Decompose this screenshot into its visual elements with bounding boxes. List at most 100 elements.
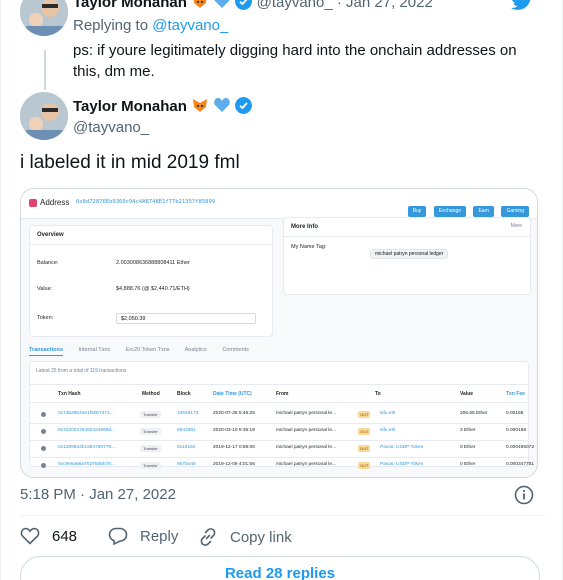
txn-fee: 0.00168 bbox=[506, 411, 524, 416]
info-icon[interactable] bbox=[514, 485, 534, 505]
author-name[interactable]: Taylor Monahan bbox=[73, 98, 187, 115]
tab-erc20-token-txns: Erc20 Token Txns bbox=[125, 347, 170, 353]
txn-hash: 0xc9e8a66a7027556b78... bbox=[58, 462, 115, 467]
date-time: 2019-12-17 0:59:06 bbox=[213, 445, 255, 450]
method-badge: Transfer bbox=[140, 411, 161, 418]
col-date-time: Date Time (UTC) bbox=[213, 391, 252, 397]
attached-image[interactable]: Address 0x8d72876Eb9360c94c4A8748E1f77b2… bbox=[20, 188, 538, 478]
more-info-panel: More Info More My Name Tag: michael patr… bbox=[283, 217, 531, 295]
more-info-title: More Info bbox=[291, 224, 318, 230]
replying-prefix: Replying to bbox=[73, 17, 149, 34]
block-number: 9075448 bbox=[177, 462, 196, 467]
value: 0 Ether bbox=[460, 445, 476, 450]
etherscan-page-title: Address bbox=[40, 198, 70, 207]
value: 206.65 Ether bbox=[460, 411, 488, 416]
verified-badge-icon bbox=[235, 97, 253, 114]
txn-fee: 0.000168 bbox=[506, 428, 527, 433]
col-block: Block bbox=[177, 391, 191, 397]
avatar[interactable] bbox=[20, 92, 68, 140]
fox-emoji-icon bbox=[193, 99, 208, 112]
col-method: Method bbox=[142, 391, 160, 397]
to-address: Paxos: USDP Token bbox=[380, 462, 424, 467]
author-handle[interactable]: @tayvano_ bbox=[257, 0, 333, 11]
overview-title: Overview bbox=[37, 232, 64, 238]
etherscan-address: 0x8d72876Eb9360c94c4A8748E1f77b21357f858… bbox=[76, 199, 216, 205]
table-row: 0x1289834b1584760779... 9118184 2019-12-17… bbox=[30, 443, 534, 459]
block-number: 8642981 bbox=[177, 428, 196, 433]
value: 0 Ether bbox=[460, 462, 476, 467]
eye-icon bbox=[41, 446, 46, 451]
previous-tweet-text: ps: if youre legitimately digging hard i… bbox=[73, 42, 517, 80]
blue-heart-icon bbox=[214, 98, 231, 112]
eye-icon bbox=[41, 429, 46, 434]
txn-hash: 0x74b28b44e1f60b7471... bbox=[58, 411, 114, 416]
method-badge: Transfer bbox=[140, 445, 161, 452]
transactions-count: 119 bbox=[89, 368, 98, 374]
name-tag-label: My Name Tag: bbox=[291, 244, 327, 250]
to-address: Paxos: USDP Token bbox=[380, 445, 424, 450]
table-row: 0x74b28b44e1f60b7471... 10546173 2020-07-2… bbox=[30, 409, 528, 425]
txn-fee: 0.000347751 bbox=[506, 462, 535, 467]
like-button[interactable]: 648 bbox=[20, 527, 77, 545]
avatar[interactable] bbox=[20, 0, 68, 36]
earn-button: Earn bbox=[473, 206, 495, 217]
thread-line bbox=[44, 50, 46, 90]
txn-fee: 0.000495072 bbox=[506, 445, 535, 450]
tab-comments: Comments bbox=[222, 347, 249, 353]
previous-tweet-header: Taylor Monahan @tayvano_ · Jan 27, 2022 bbox=[73, 0, 433, 11]
method-badge: Transfer bbox=[140, 462, 161, 469]
direction-badge: OUT bbox=[358, 428, 371, 435]
transactions-table: Latest 25 from a total of 119 transactio… bbox=[29, 361, 534, 469]
reply-label: Reply bbox=[140, 527, 179, 545]
balance-value: 2.003008636888808411 Ether bbox=[116, 260, 190, 266]
from-address: michael patryn personal le... bbox=[276, 462, 336, 467]
address-icon bbox=[29, 199, 37, 207]
tab-analytics: Analytics bbox=[184, 347, 207, 353]
like-count: 648 bbox=[52, 527, 78, 545]
buy-button: Buy bbox=[407, 206, 427, 217]
overview-panel: Overview Balance: 2.003008636888808411 E… bbox=[29, 225, 273, 337]
replying-handle-link[interactable]: @tayvano_ bbox=[152, 17, 228, 34]
tab-transactions: Transactions bbox=[29, 347, 63, 356]
fox-emoji-icon bbox=[193, 0, 207, 8]
block-number: 9118184 bbox=[177, 445, 196, 450]
token-value: $2,050.39 bbox=[121, 316, 146, 322]
copy-link-label: Copy link bbox=[230, 528, 292, 546]
date-time: 2020-03-10 9:35:19 bbox=[213, 428, 255, 433]
value-label: Value: bbox=[37, 286, 53, 292]
twitter-bird-icon[interactable] bbox=[510, 0, 534, 12]
exchange-button: Exchange bbox=[433, 206, 467, 217]
col-value: Value bbox=[460, 391, 474, 397]
tweet-date[interactable]: Jan 27, 2022 bbox=[346, 0, 433, 11]
date-time: 2020-07-28 5:46:25 bbox=[213, 411, 255, 416]
divider bbox=[20, 515, 545, 516]
eye-icon bbox=[41, 463, 46, 468]
reply-button[interactable]: Reply bbox=[108, 527, 178, 545]
blue-heart-icon bbox=[214, 0, 230, 8]
author-name[interactable]: Taylor Monahan bbox=[73, 0, 187, 11]
col-from: From bbox=[276, 391, 289, 397]
from-address: michael patryn personal le... bbox=[276, 445, 336, 450]
token-label: Token: bbox=[37, 315, 54, 321]
eye-icon bbox=[41, 412, 46, 417]
author-handle[interactable]: @tayvano_ bbox=[73, 119, 252, 136]
value: 2 Ether bbox=[460, 428, 476, 433]
balance-label: Balance: bbox=[37, 260, 59, 266]
etherscan-header-buttons: Buy Exchange Earn Gaming bbox=[405, 199, 529, 217]
col-txn-hash: Txn Hash bbox=[58, 391, 81, 397]
replying-to: Replying to @tayvano_ bbox=[73, 17, 228, 34]
method-badge: Transfer bbox=[140, 428, 161, 435]
dot-separator: · bbox=[336, 0, 342, 11]
block-number: 10546173 bbox=[177, 411, 199, 416]
value-value: $4,888.76 (@ $2,440.71/ETH) bbox=[116, 286, 190, 292]
date-time: 2019-12-09 4:01:56 bbox=[213, 462, 255, 467]
to-address: sifu.eth bbox=[380, 428, 396, 433]
to-address: sifu.eth bbox=[380, 411, 396, 416]
copy-link-button[interactable]: Copy link bbox=[198, 527, 292, 547]
transactions-summary: Latest 25 from a total of 119 transactio… bbox=[36, 368, 127, 374]
read-replies-button[interactable]: Read 28 replies bbox=[20, 556, 540, 580]
from-address: michael patryn personal le... bbox=[276, 411, 336, 416]
name-tag-value: michael patryn personal ledger bbox=[370, 249, 449, 259]
tweet-timestamp[interactable]: 5:18 PM · Jan 27, 2022 bbox=[20, 486, 176, 503]
verified-badge-icon bbox=[235, 0, 253, 10]
